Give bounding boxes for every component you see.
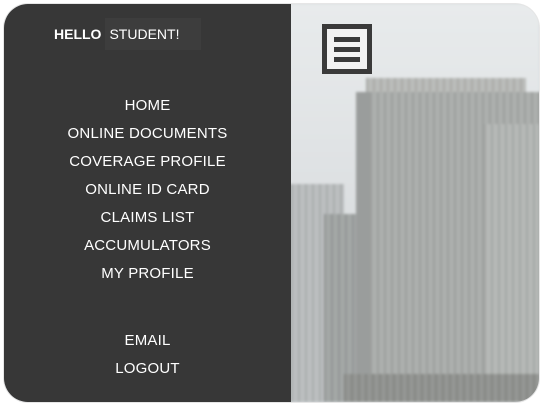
greeting-hello: HELLO <box>54 26 102 42</box>
menu-item-my-profile[interactable]: MY PROFILE <box>4 260 291 288</box>
building-base <box>344 374 539 402</box>
greeting-username: STUDENT! <box>105 18 202 50</box>
building-right <box>484 124 539 402</box>
hamburger-bar <box>334 56 360 62</box>
user-greeting: HELLO STUDENT! <box>54 18 202 50</box>
hamburger-menu-icon[interactable] <box>322 24 372 74</box>
hamburger-bar <box>334 36 360 42</box>
menu-item-claims-list[interactable]: CLAIMS LIST <box>4 204 291 232</box>
secondary-menu: EMAIL LOGOUT <box>4 327 291 383</box>
menu-item-home[interactable]: HOME <box>4 92 291 120</box>
app-frame: HELLO STUDENT! HOME ONLINE DOCUMENTS COV… <box>4 4 539 402</box>
menu-item-online-id-card[interactable]: ONLINE ID CARD <box>4 176 291 204</box>
side-navigation: HELLO STUDENT! HOME ONLINE DOCUMENTS COV… <box>4 4 291 402</box>
menu-item-logout[interactable]: LOGOUT <box>4 355 291 383</box>
hamburger-bar <box>334 46 360 52</box>
menu-item-accumulators[interactable]: ACCUMULATORS <box>4 232 291 260</box>
menu-item-coverage-profile[interactable]: COVERAGE PROFILE <box>4 148 291 176</box>
menu-item-online-documents[interactable]: ONLINE DOCUMENTS <box>4 120 291 148</box>
main-menu: HOME ONLINE DOCUMENTS COVERAGE PROFILE O… <box>4 92 291 288</box>
menu-item-email[interactable]: EMAIL <box>4 327 291 355</box>
